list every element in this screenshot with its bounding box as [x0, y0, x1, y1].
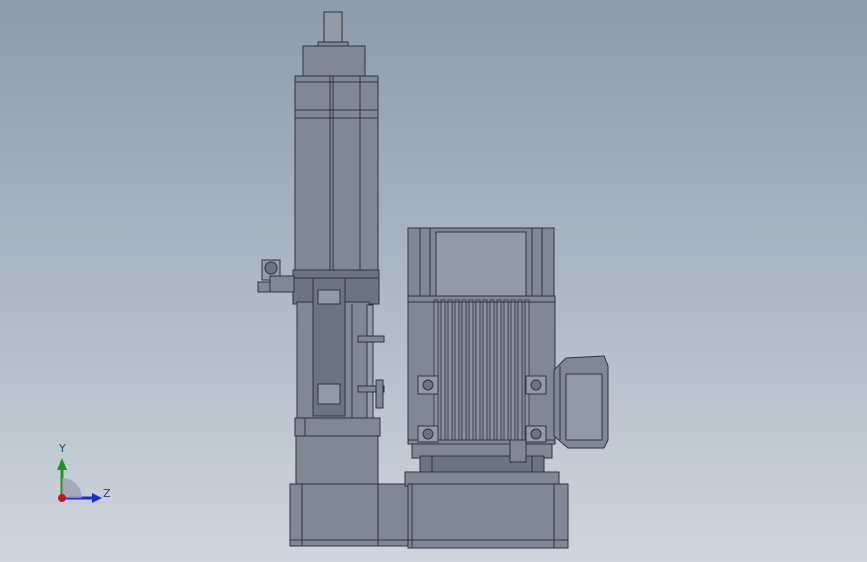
assembly-model[interactable]: [0, 0, 867, 562]
guide-rod[interactable]: [366, 304, 374, 426]
orientation-triad: [57, 458, 102, 503]
terminal-box[interactable]: [553, 355, 609, 449]
top-shaft[interactable]: [323, 11, 343, 45]
y-axis-label: Y: [59, 442, 66, 455]
actuator-cylinder[interactable]: [294, 75, 379, 273]
x-axis-dot-icon: [58, 494, 66, 502]
top-cap[interactable]: [302, 45, 366, 77]
motor-finned-body[interactable]: [407, 295, 556, 445]
air-fitting[interactable]: [257, 259, 295, 293]
column-base-plate[interactable]: [294, 417, 381, 437]
gearbox-upper[interactable]: [295, 435, 379, 487]
gearbox-block[interactable]: [407, 483, 569, 549]
y-arrow-icon: [57, 458, 67, 470]
z-arrow-icon: [92, 493, 102, 503]
z-axis-label: Z: [103, 487, 111, 500]
gearbox-lower[interactable]: [289, 483, 411, 547]
actuator-column[interactable]: [257, 11, 385, 437]
model-viewport[interactable]: Y Z: [0, 0, 867, 562]
electric-motor[interactable]: [407, 227, 556, 475]
